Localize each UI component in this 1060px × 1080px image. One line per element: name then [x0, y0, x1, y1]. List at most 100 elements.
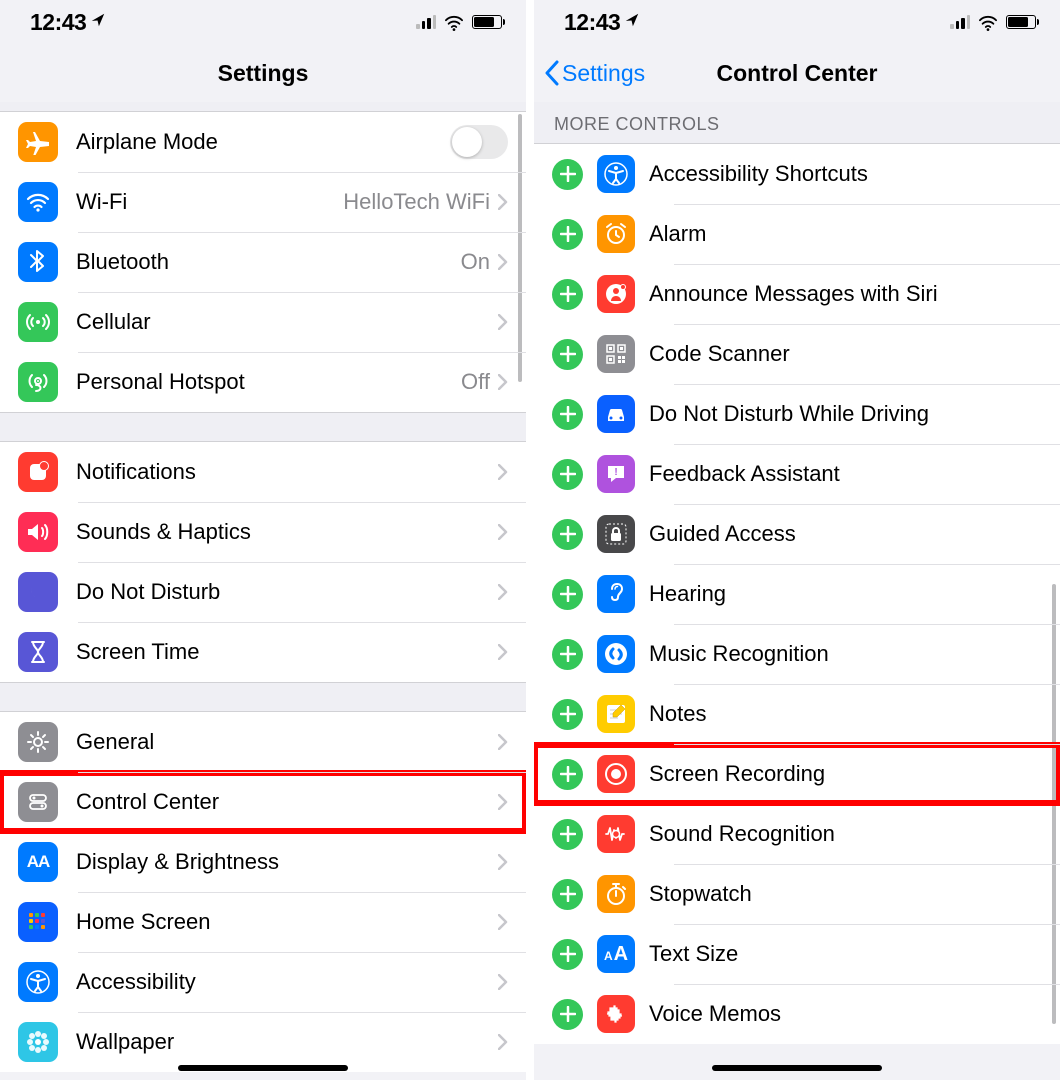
wifi-icon — [443, 13, 465, 31]
row-label: Bluetooth — [76, 249, 461, 275]
add-control-button[interactable] — [552, 519, 583, 550]
control-row-accessibility-shortcuts[interactable]: Accessibility Shortcuts — [534, 144, 1060, 204]
settings-group-notifications: Notifications Sounds & Haptics Do Not Dist… — [0, 442, 526, 682]
nav-header: Settings Control Center — [534, 44, 1060, 102]
acc-icon — [18, 962, 58, 1002]
add-control-button[interactable] — [552, 399, 583, 430]
control-row-feedback-assistant[interactable]: ! Feedback Assistant — [534, 444, 1060, 504]
chevron-right-icon — [498, 854, 508, 870]
settings-row-wi-fi[interactable]: Wi-FiHelloTech WiFi — [0, 172, 526, 232]
row-label: Guided Access — [649, 521, 1042, 547]
control-row-stopwatch[interactable]: Stopwatch — [534, 864, 1060, 924]
settings-row-notifications[interactable]: Notifications — [0, 442, 526, 502]
notif-icon — [18, 452, 58, 492]
cell-icon — [18, 302, 58, 342]
row-label: Wallpaper — [76, 1029, 498, 1055]
more-controls-list: Accessibility ShortcutsAlarmAnnounce Mes… — [534, 144, 1060, 1044]
settings-row-control-center[interactable]: Control Center — [0, 772, 526, 832]
settings-row-display-brightness[interactable]: AA Display & Brightness — [0, 832, 526, 892]
home-indicator[interactable] — [712, 1065, 882, 1071]
add-control-button[interactable] — [552, 759, 583, 790]
chevron-right-icon — [498, 1034, 508, 1050]
settings-row-cellular[interactable]: Cellular — [0, 292, 526, 352]
row-value: HelloTech WiFi — [343, 189, 490, 215]
row-value: On — [461, 249, 490, 275]
aa-icon: AA — [18, 842, 58, 882]
status-time: 12:43 — [564, 9, 620, 36]
control-row-text-size[interactable]: AAText Size — [534, 924, 1060, 984]
add-control-button[interactable] — [552, 999, 583, 1030]
toggle-switch[interactable] — [450, 125, 508, 159]
row-label: Voice Memos — [649, 1001, 1042, 1027]
control-row-guided-access[interactable]: Guided Access — [534, 504, 1060, 564]
row-label: Screen Recording — [649, 761, 1042, 787]
add-control-button[interactable] — [552, 339, 583, 370]
control-row-music-recognition[interactable]: Music Recognition — [534, 624, 1060, 684]
shazam-icon — [597, 635, 635, 673]
add-control-button[interactable] — [552, 219, 583, 250]
cc-icon — [18, 782, 58, 822]
add-control-button[interactable] — [552, 459, 583, 490]
grid-icon — [18, 902, 58, 942]
add-control-button[interactable] — [552, 159, 583, 190]
page-title: Settings — [218, 60, 309, 87]
add-control-button[interactable] — [552, 639, 583, 670]
add-control-button[interactable] — [552, 279, 583, 310]
settings-row-sounds-haptics[interactable]: Sounds & Haptics — [0, 502, 526, 562]
gear-icon — [18, 722, 58, 762]
chevron-right-icon — [498, 914, 508, 930]
status-time: 12:43 — [30, 9, 86, 36]
add-control-button[interactable] — [552, 699, 583, 730]
sound-icon — [18, 512, 58, 552]
battery-icon — [1006, 15, 1036, 29]
row-label: Display & Brightness — [76, 849, 498, 875]
section-header-more-controls: MORE CONTROLS — [534, 102, 1060, 144]
battery-icon — [472, 15, 502, 29]
settings-row-screen-time[interactable]: Screen Time — [0, 622, 526, 682]
home-indicator[interactable] — [178, 1065, 348, 1071]
add-control-button[interactable] — [552, 879, 583, 910]
settings-screen: 12:43 Settings Airplane Mode Wi-FiHelloTe… — [0, 0, 526, 1080]
settings-row-airplane-mode[interactable]: Airplane Mode — [0, 112, 526, 172]
control-row-screen-recording[interactable]: Screen Recording — [534, 744, 1060, 804]
textsize-icon: AA — [597, 935, 635, 973]
add-control-button[interactable] — [552, 579, 583, 610]
settings-group-general: GeneralControl Center AA Display & Brightn… — [0, 712, 526, 1072]
row-label: Do Not Disturb While Driving — [649, 401, 1042, 427]
control-row-announce-messages-with-siri[interactable]: Announce Messages with Siri — [534, 264, 1060, 324]
add-control-button[interactable] — [552, 819, 583, 850]
control-row-code-scanner[interactable]: Code Scanner — [534, 324, 1060, 384]
control-row-voice-memos[interactable]: Voice Memos — [534, 984, 1060, 1044]
control-row-sound-recognition[interactable]: Sound Recognition — [534, 804, 1060, 864]
settings-row-accessibility[interactable]: Accessibility — [0, 952, 526, 1012]
row-label: Sounds & Haptics — [76, 519, 498, 545]
settings-row-general[interactable]: General — [0, 712, 526, 772]
settings-row-bluetooth[interactable]: BluetoothOn — [0, 232, 526, 292]
row-label: Notifications — [76, 459, 498, 485]
settings-row-personal-hotspot[interactable]: Personal HotspotOff — [0, 352, 526, 412]
control-row-hearing[interactable]: Hearing — [534, 564, 1060, 624]
announce-icon — [597, 275, 635, 313]
row-label: Hearing — [649, 581, 1042, 607]
qr-icon — [597, 335, 635, 373]
settings-row-wallpaper[interactable]: Wallpaper — [0, 1012, 526, 1072]
chevron-right-icon — [498, 734, 508, 750]
settings-row-do-not-disturb[interactable]: Do Not Disturb — [0, 562, 526, 622]
control-row-alarm[interactable]: Alarm — [534, 204, 1060, 264]
chevron-right-icon — [498, 254, 508, 270]
row-label: Feedback Assistant — [649, 461, 1042, 487]
acc-icon — [597, 155, 635, 193]
control-row-notes[interactable]: Notes — [534, 684, 1060, 744]
row-label: Screen Time — [76, 639, 498, 665]
add-control-button[interactable] — [552, 939, 583, 970]
location-icon — [90, 12, 106, 33]
settings-row-home-screen[interactable]: Home Screen — [0, 892, 526, 952]
row-label: Stopwatch — [649, 881, 1042, 907]
back-button[interactable]: Settings — [544, 60, 645, 87]
svg-text:!: ! — [614, 467, 617, 478]
row-label: Airplane Mode — [76, 129, 450, 155]
wifi-icon — [977, 13, 999, 31]
control-row-do-not-disturb-while-driving[interactable]: Do Not Disturb While Driving — [534, 384, 1060, 444]
chevron-right-icon — [498, 644, 508, 660]
row-label: Accessibility — [76, 969, 498, 995]
